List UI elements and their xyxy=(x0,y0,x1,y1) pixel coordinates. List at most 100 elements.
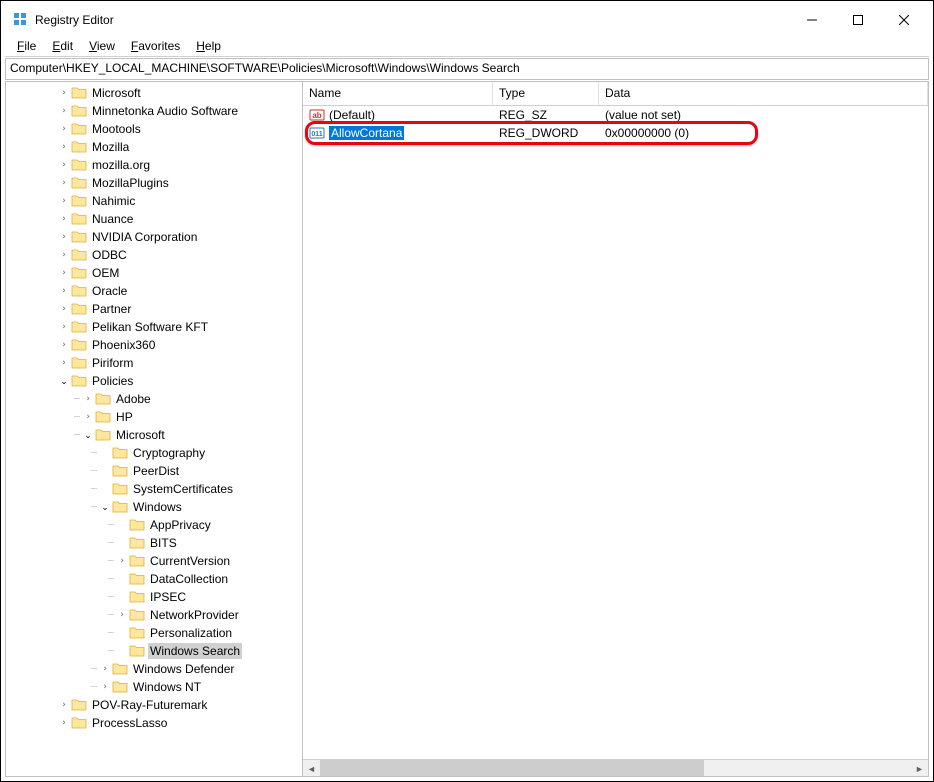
tree-item[interactable]: ›POV-Ray-Futuremark xyxy=(6,696,302,714)
tree-item[interactable]: ›Microsoft xyxy=(6,84,302,102)
tree-item[interactable]: ┈›CurrentVersion xyxy=(6,552,302,570)
tree-item[interactable]: ┈IPSEC xyxy=(6,588,302,606)
tree-panel[interactable]: ›Microsoft›Minnetonka Audio Software›Moo… xyxy=(6,82,303,776)
tree-item[interactable]: ›Piriform xyxy=(6,354,302,372)
horizontal-scrollbar[interactable]: ◄ ► xyxy=(303,759,928,776)
tree-expander-icon[interactable] xyxy=(98,482,112,496)
value-row[interactable]: ab(Default)REG_SZ(value not set) xyxy=(303,106,928,124)
tree-expander-icon[interactable]: › xyxy=(57,284,71,298)
tree-expander-icon[interactable]: › xyxy=(115,608,129,622)
tree-expander-icon[interactable]: ⌄ xyxy=(57,374,71,388)
tree-item[interactable]: ›mozilla.org xyxy=(6,156,302,174)
tree-item[interactable]: ┈Cryptography xyxy=(6,444,302,462)
tree-expander-icon[interactable]: › xyxy=(57,86,71,100)
tree-item[interactable]: ┈PeerDist xyxy=(6,462,302,480)
tree-item[interactable]: ┈›Windows Defender xyxy=(6,660,302,678)
column-type[interactable]: Type xyxy=(493,82,599,105)
maximize-button[interactable] xyxy=(835,5,881,35)
menu-file[interactable]: File xyxy=(9,37,44,55)
scroll-track[interactable] xyxy=(320,760,911,776)
tree-expander-icon[interactable]: › xyxy=(98,680,112,694)
tree-item[interactable]: ┈Personalization xyxy=(6,624,302,642)
tree-expander-icon[interactable]: ⌄ xyxy=(81,428,95,442)
tree-expander-icon[interactable] xyxy=(115,572,129,586)
tree-expander-icon[interactable] xyxy=(98,464,112,478)
tree-expander-icon[interactable] xyxy=(115,518,129,532)
tree-expander-icon[interactable]: › xyxy=(115,554,129,568)
tree-label: BITS xyxy=(148,535,179,551)
tree-expander-icon[interactable]: › xyxy=(57,338,71,352)
tree-expander-icon[interactable] xyxy=(115,536,129,550)
minimize-button[interactable] xyxy=(789,5,835,35)
tree-item[interactable]: ┈⌄Microsoft xyxy=(6,426,302,444)
tree-expander-icon[interactable]: › xyxy=(81,410,95,424)
column-data[interactable]: Data xyxy=(599,82,928,105)
tree-line-icon: ┈ xyxy=(91,448,96,459)
tree-expander-icon[interactable]: › xyxy=(57,122,71,136)
tree-expander-icon[interactable]: › xyxy=(57,230,71,244)
address-bar[interactable]: Computer\HKEY_LOCAL_MACHINE\SOFTWARE\Pol… xyxy=(5,58,929,80)
list-panel: Name Type Data ab(Default)REG_SZ(value n… xyxy=(303,82,928,776)
tree-label: Policies xyxy=(90,373,135,389)
value-row[interactable]: 011AllowCortanaREG_DWORD0x00000000 (0) xyxy=(303,124,928,142)
scroll-right-icon[interactable]: ► xyxy=(911,760,928,776)
tree-expander-icon[interactable]: › xyxy=(98,662,112,676)
tree-item[interactable]: ⌄ Policies xyxy=(6,372,302,390)
tree-item[interactable]: ┈⌄Windows xyxy=(6,498,302,516)
tree-item[interactable]: ›Partner xyxy=(6,300,302,318)
tree-item[interactable]: ›NVIDIA Corporation xyxy=(6,228,302,246)
close-button[interactable] xyxy=(881,5,927,35)
tree-expander-icon[interactable]: › xyxy=(57,248,71,262)
tree-expander-icon[interactable]: › xyxy=(57,194,71,208)
tree-item[interactable]: ┈›Windows NT xyxy=(6,678,302,696)
tree-item[interactable]: ›OEM xyxy=(6,264,302,282)
tree-item[interactable]: ›Minnetonka Audio Software xyxy=(6,102,302,120)
tree-expander-icon[interactable]: › xyxy=(57,320,71,334)
menu-edit[interactable]: Edit xyxy=(44,37,81,55)
tree-expander-icon[interactable]: › xyxy=(57,212,71,226)
tree-item[interactable]: ›Mozilla xyxy=(6,138,302,156)
scroll-thumb[interactable] xyxy=(320,760,704,776)
tree-expander-icon[interactable]: › xyxy=(57,140,71,154)
tree-item[interactable]: ›ProcessLasso xyxy=(6,714,302,732)
tree-item[interactable]: ┈›Adobe xyxy=(6,390,302,408)
tree-expander-icon[interactable]: › xyxy=(57,698,71,712)
tree-expander-icon[interactable]: › xyxy=(57,104,71,118)
tree-item[interactable]: ›Pelikan Software KFT xyxy=(6,318,302,336)
tree-item[interactable]: ┈Windows Search xyxy=(6,642,302,660)
menu-favorites[interactable]: Favorites xyxy=(123,37,188,55)
tree-expander-icon[interactable] xyxy=(115,626,129,640)
tree-item[interactable]: ›Phoenix360 xyxy=(6,336,302,354)
tree-item[interactable]: ›Nuance xyxy=(6,210,302,228)
tree-item[interactable]: ›Nahimic xyxy=(6,192,302,210)
tree-item[interactable]: ›Oracle xyxy=(6,282,302,300)
menu-view[interactable]: View xyxy=(81,37,123,55)
tree-expander-icon[interactable]: › xyxy=(57,302,71,316)
tree-item[interactable]: ┈AppPrivacy xyxy=(6,516,302,534)
tree-item[interactable]: ›ODBC xyxy=(6,246,302,264)
tree-expander-icon[interactable] xyxy=(115,644,129,658)
tree-item[interactable]: ┈SystemCertificates xyxy=(6,480,302,498)
tree-expander-icon[interactable] xyxy=(98,446,112,460)
tree-expander-icon[interactable]: › xyxy=(57,176,71,190)
tree-item[interactable]: ›MozillaPlugins xyxy=(6,174,302,192)
tree-item[interactable]: ›Mootools xyxy=(6,120,302,138)
tree-expander-icon[interactable]: ⌄ xyxy=(98,500,112,514)
tree-item[interactable]: ┈BITS xyxy=(6,534,302,552)
tree-line-icon: ┈ xyxy=(108,592,113,603)
list-body[interactable]: ab(Default)REG_SZ(value not set)011Allow… xyxy=(303,106,928,759)
tree-item[interactable]: ┈›HP xyxy=(6,408,302,426)
tree-expander-icon[interactable]: › xyxy=(57,266,71,280)
tree-expander-icon[interactable]: › xyxy=(57,716,71,730)
tree-expander-icon[interactable] xyxy=(115,590,129,604)
svg-text:011: 011 xyxy=(311,131,322,138)
tree-expander-icon[interactable]: › xyxy=(57,356,71,370)
tree-item[interactable]: ┈DataCollection xyxy=(6,570,302,588)
tree-item[interactable]: ┈›NetworkProvider xyxy=(6,606,302,624)
scroll-left-icon[interactable]: ◄ xyxy=(303,760,320,776)
menu-help[interactable]: Help xyxy=(188,37,229,55)
tree-expander-icon[interactable]: › xyxy=(57,158,71,172)
tree-expander-icon[interactable]: › xyxy=(81,392,95,406)
tree-line-icon: ┈ xyxy=(91,682,96,693)
column-name[interactable]: Name xyxy=(303,82,493,105)
